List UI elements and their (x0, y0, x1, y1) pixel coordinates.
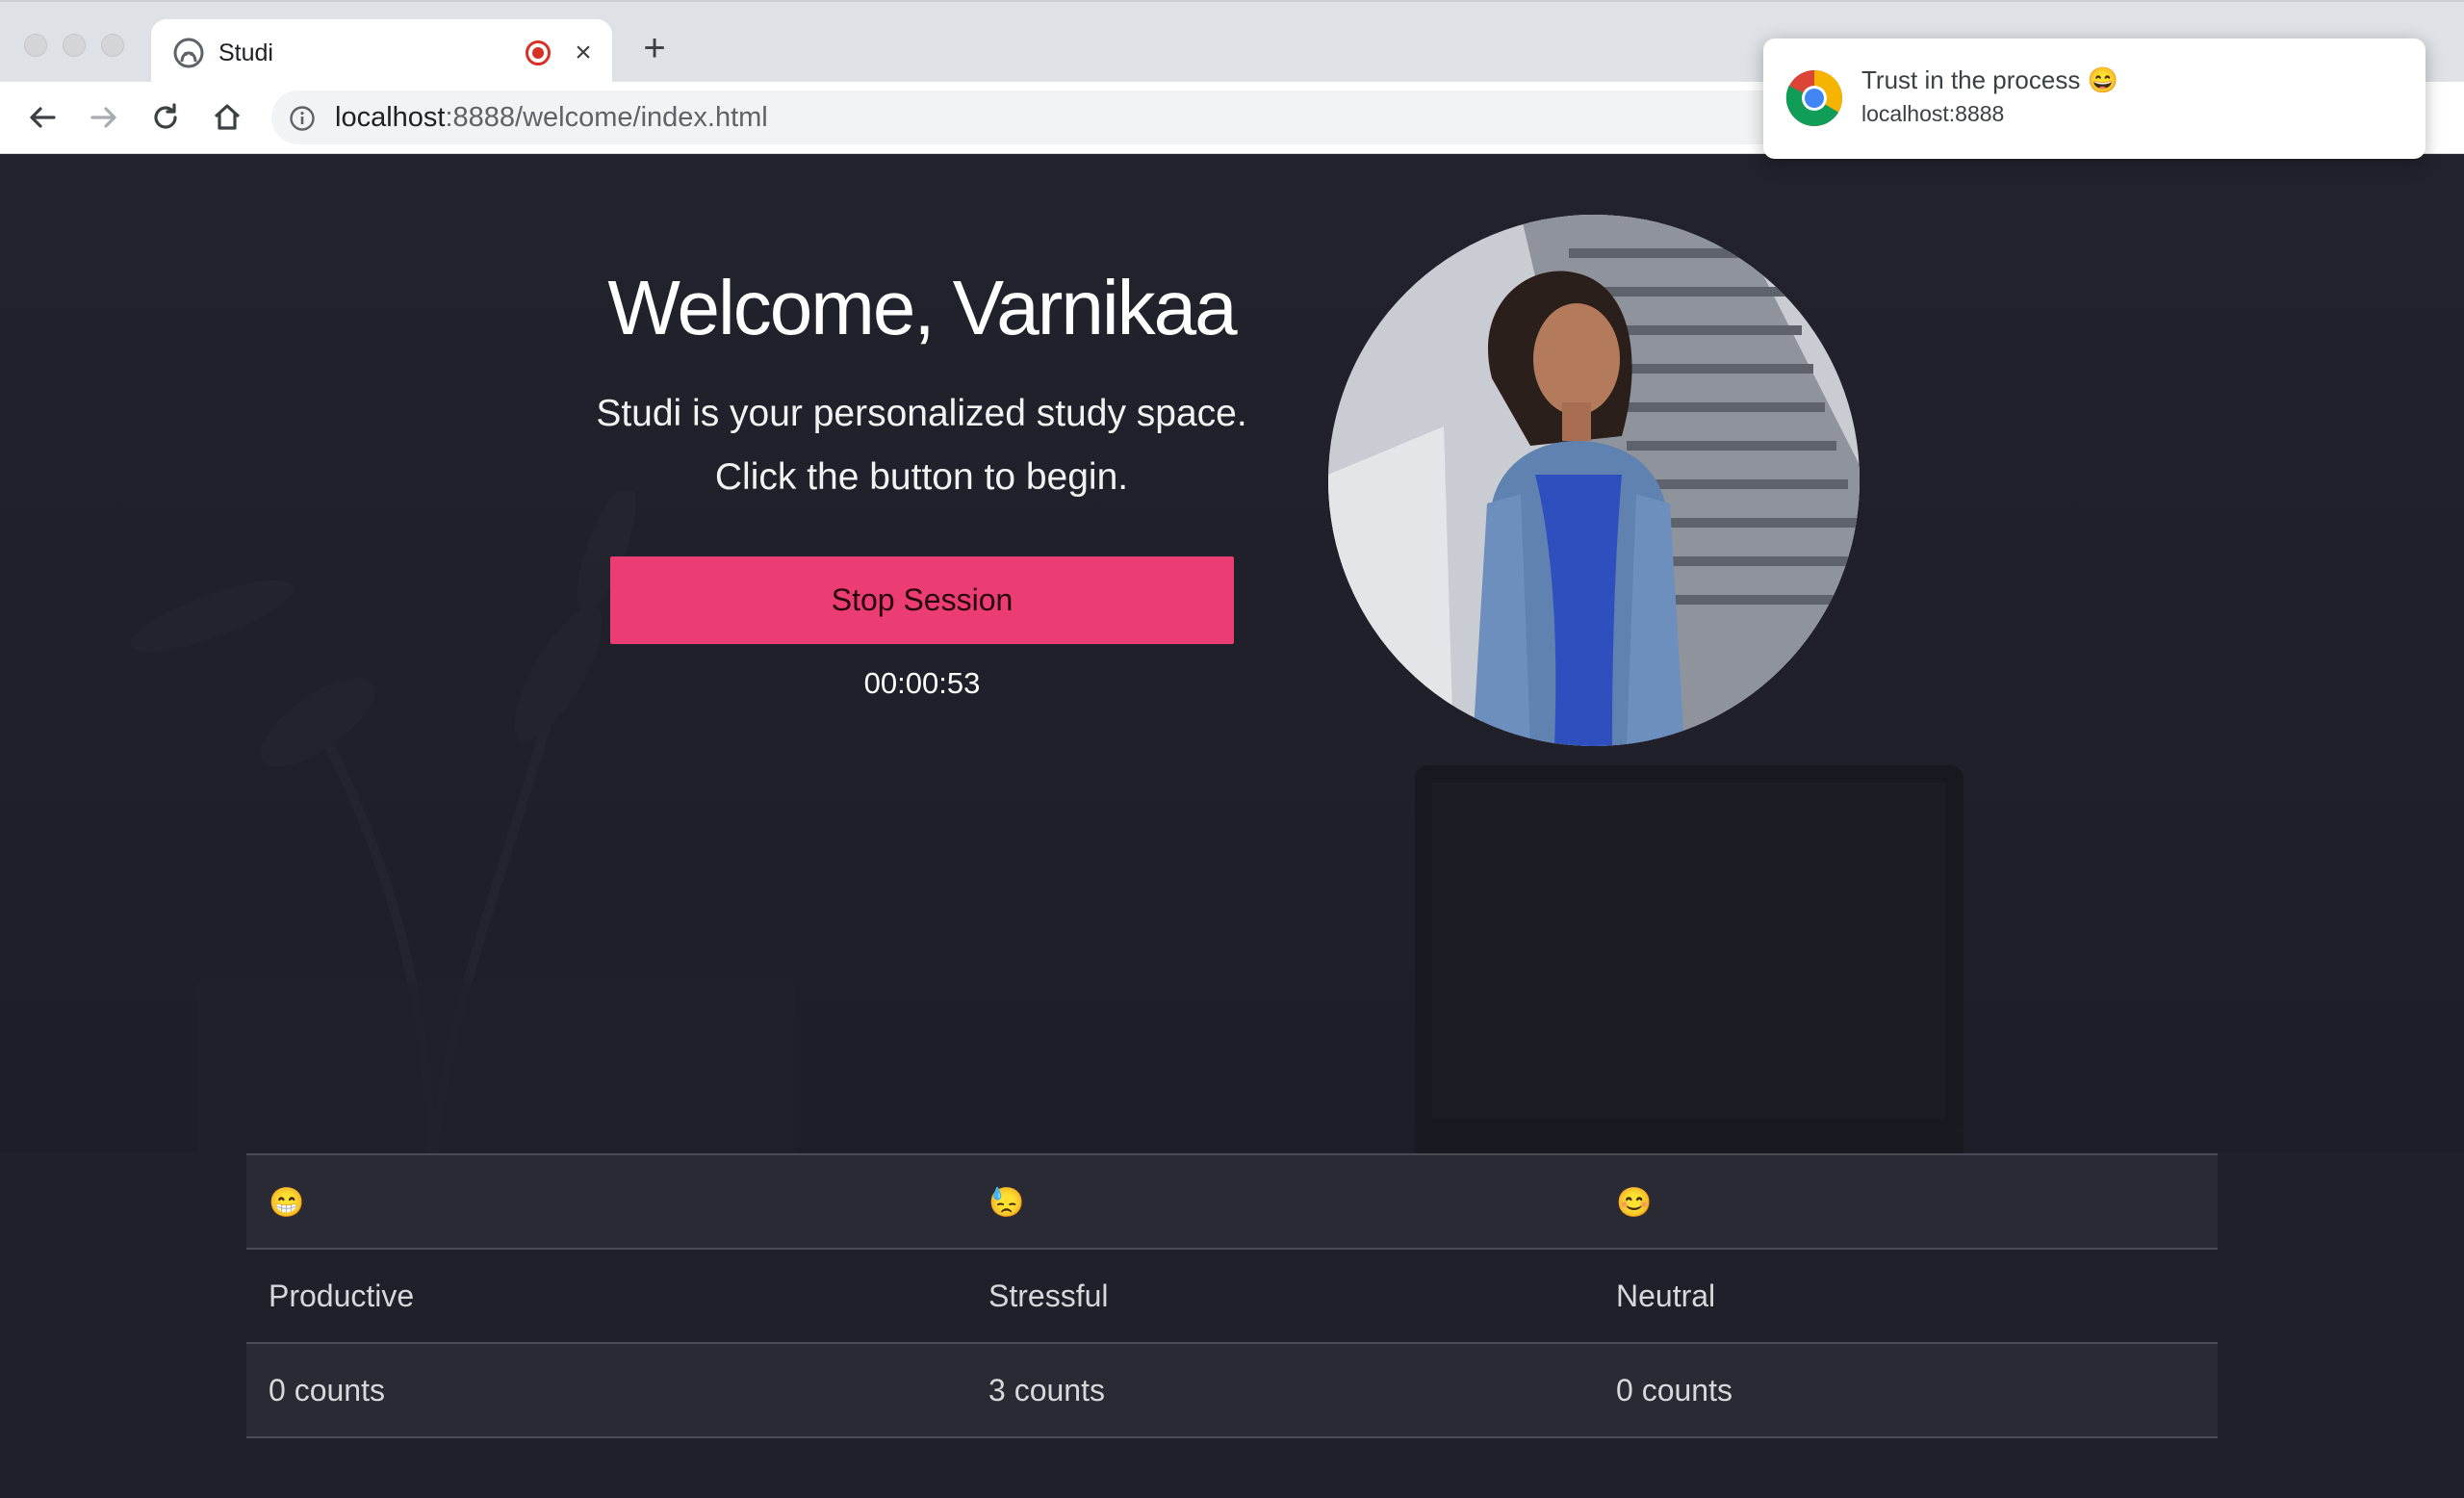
sweat-face-icon: 😓 (988, 1186, 1025, 1219)
table-row: 😁 😓 😊 (246, 1153, 2218, 1249)
background-monitor-decoration (1415, 765, 1964, 1136)
mood-label-stressful: Stressful (966, 1248, 1594, 1343)
table-row: Productive Stressful Neutral (246, 1248, 2218, 1343)
table-row: 0 counts 3 counts 0 counts (246, 1342, 2218, 1438)
browser-window: Studi × + localhost:8888/welcome/index.h… (0, 0, 2464, 1498)
globe-favicon-icon (172, 37, 205, 69)
info-icon[interactable] (289, 105, 316, 132)
mood-label-productive: Productive (246, 1248, 966, 1343)
hero-section: Welcome, Varnikaa Studi is your personal… (0, 154, 2464, 1153)
window-minimize-button[interactable] (63, 34, 86, 57)
tab-studi[interactable]: Studi × (151, 19, 612, 85)
stop-session-button[interactable]: Stop Session (610, 556, 1234, 644)
mood-summary-table: 😁 😓 😊 Productive Stressful Neutral 0 cou… (246, 1153, 2218, 1438)
intro-line-2: Click the button to begin. (714, 456, 1129, 498)
smiling-face-icon: 😊 (1616, 1186, 1653, 1219)
chrome-logo-icon (1784, 68, 1844, 128)
url-host: localhost (335, 102, 446, 133)
window-maximize-button[interactable] (101, 34, 124, 57)
table-cell: 😓 (966, 1153, 1594, 1249)
notification-title: Trust in the process 😄 (1861, 65, 2118, 94)
intro-line-1: Studi is your personalized study space. (596, 393, 1247, 434)
forward-arrow-icon[interactable] (85, 98, 123, 137)
reload-icon[interactable] (146, 98, 185, 137)
notification-source: localhost:8888 (1861, 101, 2005, 126)
table-cell: 😁 (246, 1153, 966, 1249)
intro-text: Studi is your personalized study space. … (558, 382, 1285, 509)
table-cell: 😊 (1594, 1153, 2218, 1249)
session-timer: 00:00:53 (863, 666, 981, 700)
chrome-notification[interactable]: Trust in the process 😄 localhost:8888 (1763, 39, 2426, 159)
back-arrow-icon[interactable] (23, 98, 62, 137)
count-stressful: 3 counts (966, 1342, 1594, 1438)
recording-indicator-icon (526, 40, 551, 65)
studi-page: Welcome, Varnikaa Studi is your personal… (0, 154, 2464, 1498)
count-neutral: 0 counts (1594, 1342, 2218, 1438)
new-tab-button[interactable]: + (635, 29, 674, 67)
window-close-button[interactable] (24, 34, 47, 57)
background-desk-decoration (197, 982, 794, 1153)
grinning-face-icon: 😁 (269, 1186, 305, 1219)
mood-label-neutral: Neutral (1594, 1248, 2218, 1343)
page-title: Welcome, Varnikaa (607, 265, 1237, 350)
count-productive: 0 counts (246, 1342, 966, 1438)
home-icon[interactable] (208, 98, 246, 137)
background-monitor-stand-decoration (1415, 1126, 1964, 1153)
profile-photo (1328, 215, 1860, 746)
tab-title: Studi (218, 39, 273, 66)
url-text[interactable]: localhost:8888/welcome/index.html (335, 102, 768, 133)
close-tab-button[interactable]: × (567, 37, 600, 69)
url-path: :8888/welcome/index.html (445, 102, 768, 133)
